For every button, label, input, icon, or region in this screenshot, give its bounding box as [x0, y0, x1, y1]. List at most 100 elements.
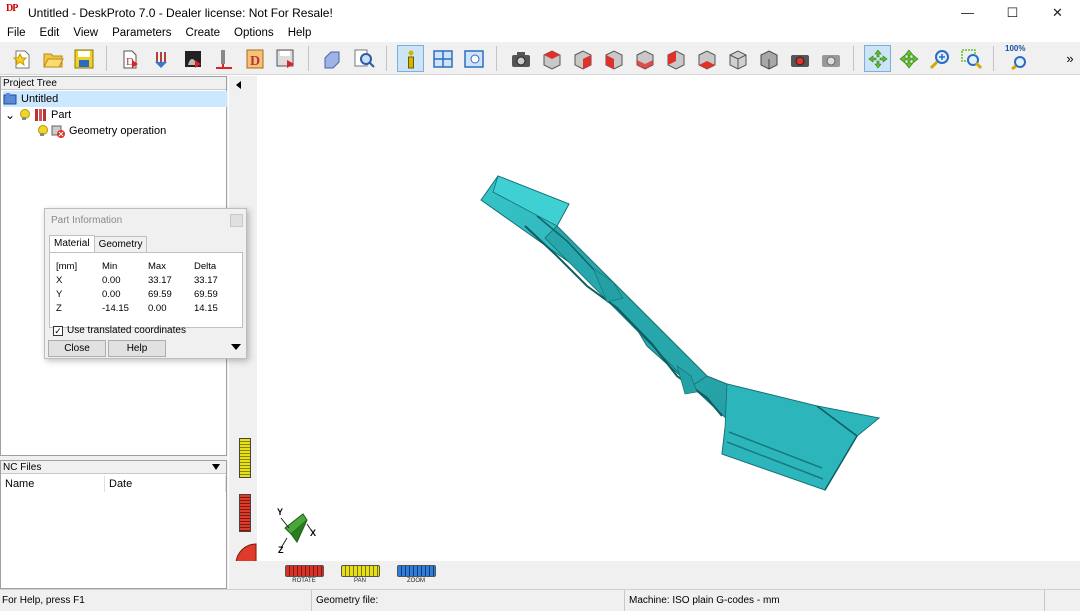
view-left-icon[interactable]: [662, 45, 689, 72]
render-icon[interactable]: [786, 45, 813, 72]
axis-z-label: Z: [278, 545, 284, 555]
collapse-arrow-icon[interactable]: [236, 81, 241, 89]
properties-icon[interactable]: [460, 45, 487, 72]
menu-parameters[interactable]: Parameters: [105, 25, 178, 42]
tree-item-geometry-operation[interactable]: Geometry operation: [37, 123, 166, 139]
pan-mode-button[interactable]: [341, 565, 380, 577]
expand-arrow-icon[interactable]: [231, 344, 241, 350]
tab-geometry[interactable]: Geometry: [93, 236, 148, 253]
view-top-icon[interactable]: [538, 45, 565, 72]
status-help: For Help, press F1: [0, 589, 312, 611]
column-header-max: Max: [148, 261, 166, 272]
new-icon[interactable]: [8, 45, 35, 72]
dialog-close-icon[interactable]: [230, 214, 243, 227]
menu-help[interactable]: Help: [281, 25, 319, 42]
menu-create[interactable]: Create: [179, 25, 228, 42]
light-bulb-icon[interactable]: [37, 125, 48, 137]
open-icon[interactable]: [39, 45, 66, 72]
part-icon: [35, 109, 46, 121]
print-preview-icon[interactable]: [319, 45, 346, 72]
zoom-100-label: 100%: [1005, 44, 1026, 53]
checkbox-checked-icon[interactable]: ✓: [53, 325, 63, 336]
dropdown-arrow-icon[interactable]: [212, 464, 220, 470]
pan-indicator[interactable]: [239, 438, 251, 478]
save-icon[interactable]: [70, 45, 97, 72]
zoom-mode-button[interactable]: [397, 565, 436, 577]
menu-edit[interactable]: Edit: [33, 25, 67, 42]
column-header-unit: [mm]: [56, 261, 78, 272]
3d-viewport[interactable]: Y X Z: [257, 76, 1080, 561]
view-bottom-icon[interactable]: [693, 45, 720, 72]
axis-triad: Y X Z: [267, 504, 327, 559]
dialog-tabs: Material Geometry: [49, 235, 148, 253]
zoom-100-icon[interactable]: 100%: [1004, 44, 1031, 72]
import-geometry-icon[interactable]: D: [117, 45, 144, 72]
menu-view[interactable]: View: [66, 25, 105, 42]
tree-item-part[interactable]: ⌄ Part: [5, 107, 71, 123]
axis-x-label: X: [310, 528, 317, 538]
checkbox-label: Use translated coordinates: [67, 325, 186, 336]
tree-item-untitled[interactable]: Untitled: [3, 91, 227, 107]
tree-item-label: Geometry operation: [69, 125, 167, 137]
dimensions-table: [mm] Min Max Delta X 0.00 33.17 33.17 Y …: [49, 252, 243, 328]
view-back-icon[interactable]: [631, 45, 658, 72]
view-right-icon[interactable]: [600, 45, 627, 72]
find-icon[interactable]: [350, 45, 377, 72]
import-image-icon[interactable]: [179, 45, 206, 72]
view-iso-grey-icon[interactable]: [755, 45, 782, 72]
zoom-window-icon[interactable]: [957, 45, 984, 72]
rotate-mode-label: ROTATE: [292, 578, 316, 584]
row-axis: X: [56, 275, 63, 286]
maximize-button[interactable]: ☐: [990, 0, 1035, 25]
pan-icon[interactable]: [895, 45, 922, 72]
tab-material[interactable]: Material: [49, 235, 95, 252]
row-max: 33.17: [148, 275, 172, 286]
axis-y-label: Y: [277, 507, 284, 517]
zoom-icon[interactable]: [926, 45, 953, 72]
pan-mode-label: PAN: [354, 578, 366, 584]
window-frame-model: [480, 175, 881, 491]
row-min: -14.15: [102, 303, 129, 314]
minimize-button[interactable]: —: [945, 0, 990, 25]
zoom-mode-label: ZOOM: [407, 578, 425, 584]
close-dialog-button[interactable]: Close: [48, 340, 106, 357]
view-iso-icon[interactable]: [724, 45, 751, 72]
rotate-indicator[interactable]: [239, 494, 251, 532]
light-bulb-icon[interactable]: [19, 109, 30, 121]
toolbar-overflow-button[interactable]: »: [1062, 45, 1078, 72]
nc-files-header: NC Files: [1, 461, 226, 474]
window-controls: — ☐ ✕: [945, 0, 1080, 25]
status-machine: Machine: ISO plain G-codes - mm: [625, 589, 1045, 611]
drawing-icon[interactable]: D: [241, 45, 268, 72]
column-header-name[interactable]: Name: [1, 476, 105, 492]
column-header-min: Min: [102, 261, 118, 272]
toolpath-icon[interactable]: [210, 45, 237, 72]
view-front-icon[interactable]: [569, 45, 596, 72]
tree-item-label: Untitled: [21, 93, 59, 105]
rotate-mode-button[interactable]: [285, 565, 324, 577]
translated-coordinates-checkbox[interactable]: ✓ Use translated coordinates: [53, 325, 186, 336]
camera-icon[interactable]: [507, 45, 534, 72]
menu-bar: File Edit View Parameters Create Options…: [0, 25, 1080, 42]
help-button[interactable]: Help: [108, 340, 166, 357]
menu-options[interactable]: Options: [227, 25, 281, 42]
layout-icon[interactable]: [429, 45, 456, 72]
close-button[interactable]: ✕: [1035, 0, 1080, 25]
menu-file[interactable]: File: [0, 25, 33, 42]
rotate-icon[interactable]: [864, 45, 891, 72]
geometry-operation-icon: [51, 125, 65, 138]
app-logo-icon: DP: [6, 2, 18, 14]
window-title: Untitled - DeskProto 7.0 - Dealer licens…: [28, 5, 333, 20]
row-delta: 14.15: [194, 303, 218, 314]
dialog-title: Part Information: [51, 215, 123, 226]
export-icon[interactable]: [272, 45, 299, 72]
row-delta: 33.17: [194, 275, 218, 286]
import-part-icon[interactable]: [148, 45, 175, 72]
info-icon[interactable]: [397, 45, 424, 72]
column-header-date[interactable]: Date: [105, 476, 226, 492]
expand-chevron-icon[interactable]: ⌄: [5, 108, 19, 122]
column-header-delta: Delta: [194, 261, 217, 272]
row-min: 0.00: [102, 289, 121, 300]
render-grey-icon[interactable]: [817, 45, 844, 72]
nc-files-panel: NC Files Name Date: [0, 460, 227, 589]
